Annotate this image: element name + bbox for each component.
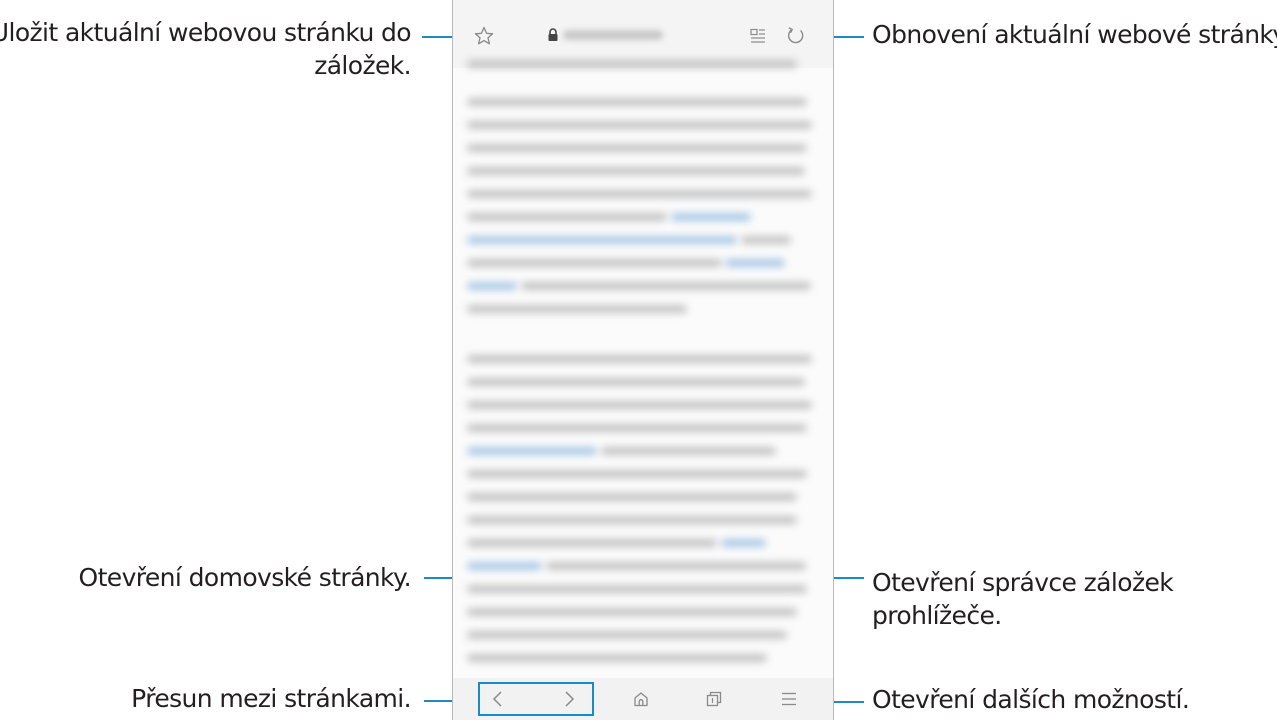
- content-line: [467, 144, 807, 152]
- content-line: [467, 378, 805, 386]
- content-link[interactable]: [467, 236, 737, 244]
- content-line: [467, 631, 787, 639]
- home-icon[interactable]: [632, 690, 650, 708]
- menu-icon[interactable]: [781, 691, 797, 707]
- tabs-callout-line1: Otevření správce záložek: [872, 568, 1174, 597]
- bookmark-callout-line1: Uložit aktuální webovou stránku do: [0, 18, 412, 47]
- content-line: [741, 236, 791, 244]
- chevron-right-icon[interactable]: [562, 689, 576, 709]
- content-link[interactable]: [467, 282, 517, 290]
- tabs-icon[interactable]: [705, 690, 723, 708]
- content-line: [467, 608, 797, 616]
- tabs-callout-line2: prohlížeče.: [872, 601, 1002, 630]
- tabs-callout-text: Otevření správce záložek prohlížeče.: [872, 566, 1174, 632]
- content-line: [467, 401, 812, 409]
- navigation-callout-text: Přesun mezi stránkami.: [131, 684, 411, 713]
- browser-screen: [452, 0, 834, 720]
- content-line: [467, 585, 807, 593]
- chevron-left-icon[interactable]: [491, 689, 505, 709]
- content-line: [467, 516, 797, 524]
- content-link[interactable]: [721, 539, 766, 547]
- lock-icon: [548, 28, 558, 41]
- star-outline-icon[interactable]: [474, 26, 494, 46]
- content-line: [467, 213, 667, 221]
- content-line: [467, 305, 687, 313]
- refresh-icon[interactable]: [786, 26, 806, 46]
- more-callout-text: Otevření dalších možností.: [872, 685, 1190, 714]
- refresh-callout-text: Obnovení aktuální webové stránky.: [872, 20, 1277, 49]
- bottom-toolbar: [453, 678, 833, 720]
- bookmark-callout-line2: záložek.: [314, 51, 411, 80]
- content-line: [467, 121, 812, 129]
- content-line: [467, 355, 812, 363]
- content-link[interactable]: [467, 562, 542, 570]
- home-callout-text: Otevření domovské stránky.: [78, 563, 412, 592]
- content-line: [467, 98, 807, 106]
- content-link[interactable]: [467, 447, 597, 455]
- reader-mode-icon[interactable]: [749, 27, 767, 45]
- content-line: [467, 470, 807, 478]
- content-line: [546, 562, 806, 570]
- content-line: [467, 167, 805, 175]
- content-line: [467, 259, 722, 267]
- address-bar: [453, 0, 833, 68]
- content-line: [467, 493, 797, 501]
- content-line: [467, 60, 797, 68]
- address-row: [453, 20, 833, 52]
- content-line: [601, 447, 776, 455]
- bookmark-callout-text: Uložit aktuální webovou stránku do zálož…: [0, 16, 412, 82]
- web-page-content: [453, 60, 833, 678]
- content-line: [467, 424, 807, 432]
- content-line: [467, 539, 717, 547]
- content-line: [467, 654, 767, 662]
- content-link[interactable]: [671, 213, 751, 221]
- url-text[interactable]: [563, 30, 663, 40]
- content-link[interactable]: [725, 259, 785, 267]
- content-line: [467, 190, 812, 198]
- content-line: [521, 282, 811, 290]
